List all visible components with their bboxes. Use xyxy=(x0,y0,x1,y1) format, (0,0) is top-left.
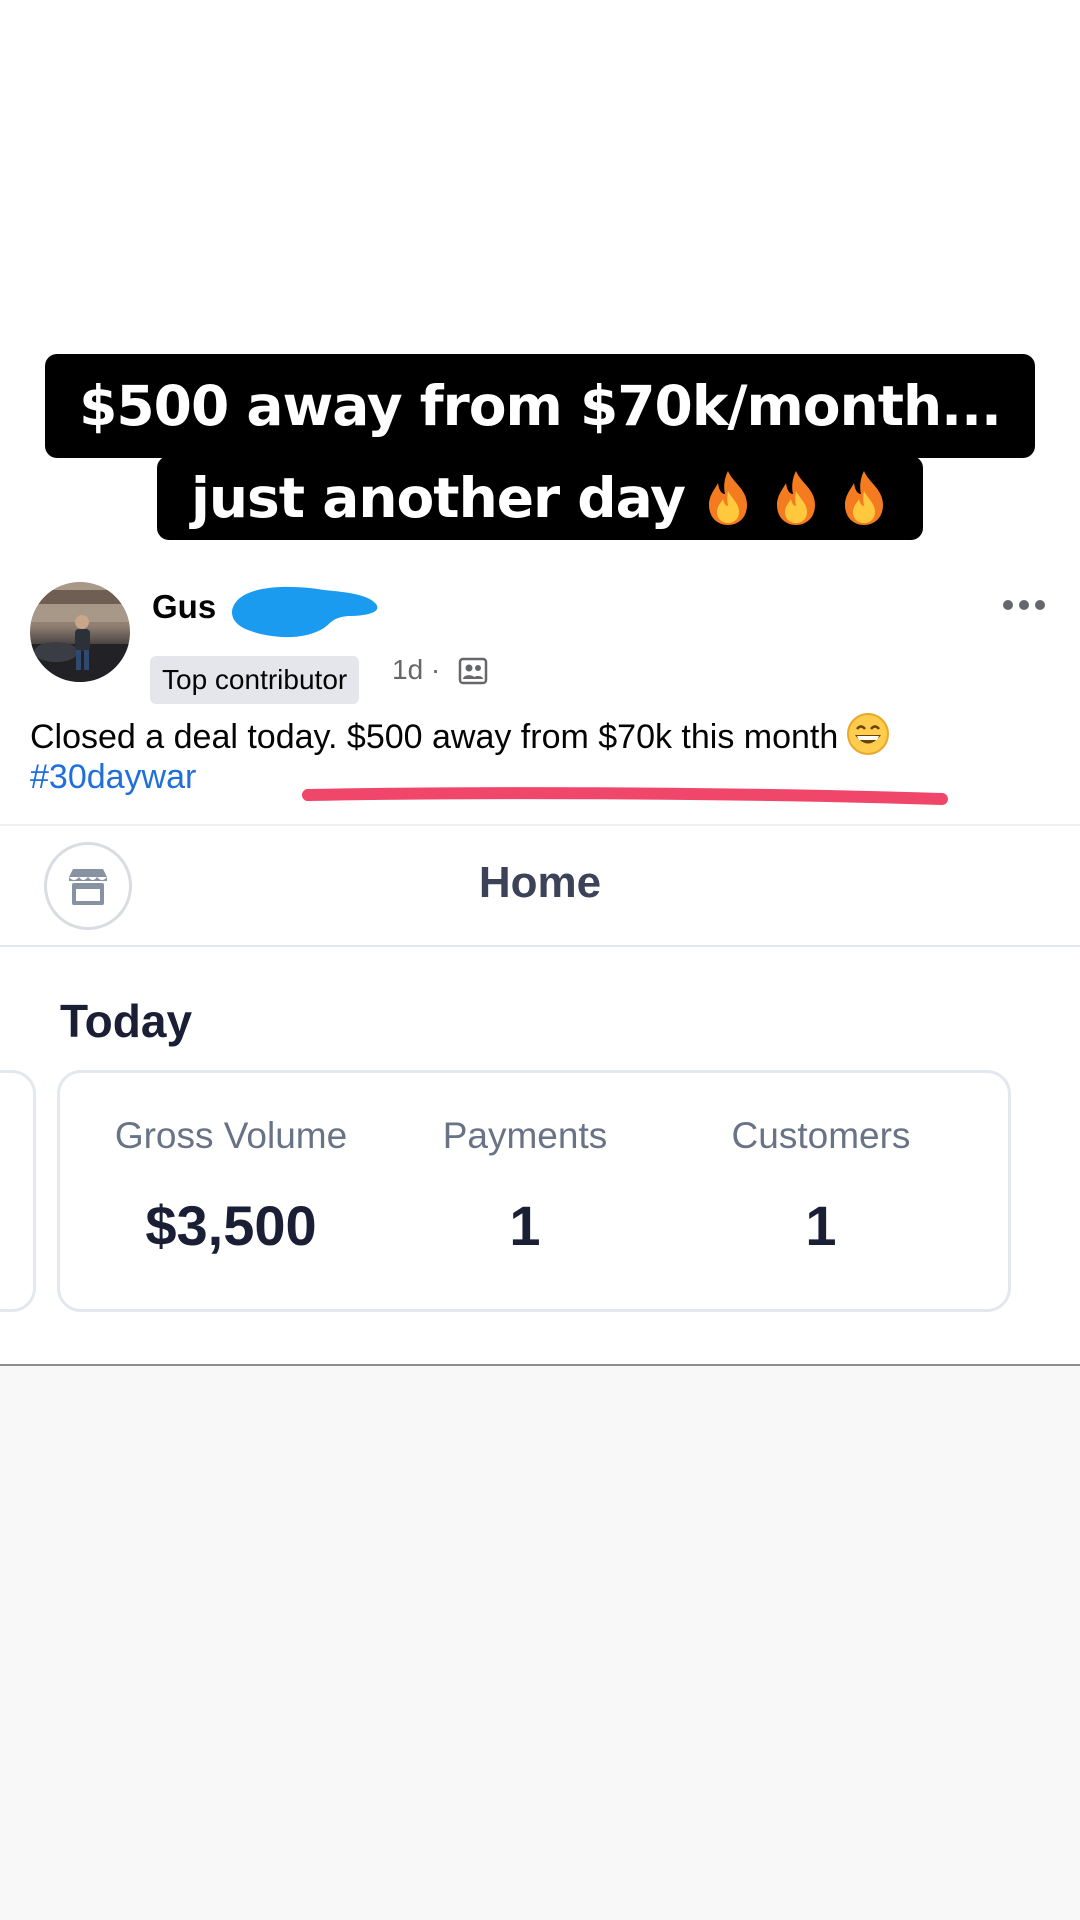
stat-value: $3,500 xyxy=(145,1194,317,1257)
caption-text-2: just another day xyxy=(191,466,686,530)
grinning-face-icon xyxy=(846,712,890,756)
stat-gross-volume: Gross Volume $3,500 xyxy=(86,1115,376,1258)
top-contributor-badge: Top contributor xyxy=(150,656,360,704)
post-timestamp[interactable]: 1d · xyxy=(392,654,440,686)
post-body: Closed a deal today. $500 away from $70k… xyxy=(30,712,890,757)
header-divider xyxy=(0,945,1080,947)
stat-payments: Payments 1 xyxy=(380,1115,670,1258)
author-name[interactable]: Gus xyxy=(152,588,216,626)
stat-label: Gross Volume xyxy=(114,1115,348,1156)
today-stats-card[interactable]: Gross Volume $3,500 Payments 1 Customers… xyxy=(57,1070,1011,1312)
stat-value: 1 xyxy=(509,1194,541,1257)
story-caption-line-2: just another day xyxy=(157,456,923,540)
empty-content-area xyxy=(0,1364,1080,1920)
name-redaction-scribble xyxy=(228,580,380,644)
fire-icon xyxy=(771,469,821,527)
highlight-underline xyxy=(302,784,948,808)
stat-value: 1 xyxy=(805,1194,837,1257)
author-avatar[interactable] xyxy=(30,582,130,682)
section-title: Today xyxy=(60,995,193,1047)
stat-label: Payments xyxy=(442,1115,608,1156)
section-divider xyxy=(0,824,1080,826)
more-horizontal-icon[interactable] xyxy=(1002,598,1046,612)
previous-card-peek[interactable] xyxy=(0,1070,36,1312)
story-caption-line-1: $500 away from $70k/month... xyxy=(45,354,1035,458)
caption-text-1: $500 away from $70k/month... xyxy=(79,374,1002,438)
post-text: Closed a deal today. $500 away from $70k… xyxy=(30,718,839,756)
fire-icon xyxy=(703,469,753,527)
page-title: Home xyxy=(478,858,602,907)
group-audience-icon xyxy=(458,656,488,686)
stat-label: Customers xyxy=(731,1115,911,1156)
stat-customers: Customers 1 xyxy=(676,1115,966,1258)
fire-icon xyxy=(839,469,889,527)
post-hashtag[interactable]: #30daywar xyxy=(30,758,196,797)
